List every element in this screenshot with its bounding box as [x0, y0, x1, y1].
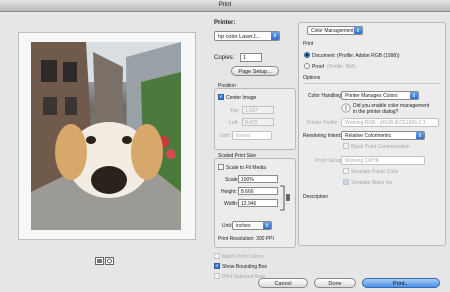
color-handling-select[interactable]: Printer Manages Colors ⇕: [341, 91, 419, 100]
print-button[interactable]: Print...: [362, 278, 440, 288]
center-image-checkbox[interactable]: ✓: [218, 94, 224, 100]
print-dialog: Printer: hp color LaserJ... ⇕ Copies: 1 …: [0, 12, 450, 292]
show-bounding-box-checkbox[interactable]: ✓: [214, 263, 220, 269]
black-point-label: Black Point Compensation: [351, 144, 410, 150]
chevron-updown-icon: ⇕: [416, 132, 424, 139]
color-handling-value: Printer Manages Colors: [345, 93, 398, 99]
top-input[interactable]: 1.167: [242, 106, 274, 114]
scale-label: Scale:: [225, 177, 239, 183]
window-title: Print: [0, 0, 450, 12]
copies-label: Copies:: [214, 55, 235, 61]
show-bounding-box-label: Show Bounding Box: [222, 264, 268, 270]
simulate-paper-checkbox[interactable]: [343, 168, 349, 174]
height-label: Height:: [221, 189, 237, 195]
proof-label: Proof: [312, 64, 324, 70]
printer-select-value: hp color LaserJ...: [218, 34, 261, 40]
height-input[interactable]: 8.666: [238, 187, 278, 195]
scaled-unit-value: inches: [236, 223, 251, 229]
left-label: Left:: [229, 120, 239, 126]
rendering-intent-label: Rendering Intent:: [303, 133, 342, 139]
printer-profile-select[interactable]: Working RGB - sRGB IEC61966-2.1: [341, 118, 439, 127]
rendering-intent-select[interactable]: Relative Colorimetric ⇕: [341, 131, 425, 140]
page-setup-button[interactable]: Page Setup...: [231, 66, 279, 76]
dog-photo-illustration: [31, 42, 181, 230]
proof-setup-label: Proof Setup:: [315, 158, 343, 164]
proof-setup-value: Working CMYK: [345, 158, 380, 164]
printer-label: Printer:: [214, 20, 236, 26]
simulate-black-checkbox[interactable]: [343, 179, 349, 185]
position-unit-label: Unit:: [220, 133, 231, 139]
section-select-value: Color Management: [311, 28, 354, 34]
svg-text:!: !: [345, 106, 347, 113]
chevron-updown-icon: ⇕: [263, 222, 271, 229]
width-label: Width:: [224, 201, 239, 207]
match-print-colors-checkbox[interactable]: [214, 253, 220, 259]
print-preview: [18, 32, 196, 240]
scaled-unit-label: Unit:: [222, 223, 233, 229]
printer-profile-value: Working RGB - sRGB IEC61966-2.1: [345, 120, 426, 126]
printer-profile-label: Printer Profile:: [307, 120, 339, 126]
left-input[interactable]: 0.472: [242, 118, 274, 126]
description-heading: Description: [303, 194, 329, 200]
proof-profile-text: (Profile: N/A): [327, 64, 356, 70]
center-image-label: Center Image: [226, 95, 257, 101]
scale-input[interactable]: 100%: [238, 175, 278, 183]
scale-to-fit-label: Scale to Fit Media: [226, 165, 267, 171]
color-management-panel: Color Management ⇕ Print Document (Profi…: [298, 22, 446, 246]
proof-radio[interactable]: [304, 63, 310, 69]
section-select[interactable]: Color Management ⇕: [307, 26, 363, 35]
document-radio[interactable]: [304, 52, 310, 58]
document-profile-text: (Profile: Adobe RGB (1998)): [337, 53, 400, 59]
black-point-checkbox[interactable]: [343, 143, 349, 149]
simulate-black-label: Simulate Black Ink: [351, 180, 393, 186]
preview-image: [31, 42, 181, 230]
position-unit-select[interactable]: inches: [232, 131, 272, 140]
print-selected-area-checkbox[interactable]: [214, 273, 220, 279]
chevron-updown-icon: ⇕: [354, 27, 362, 34]
position-unit-value: inches: [236, 133, 251, 139]
chevron-updown-icon: ⇕: [410, 92, 418, 99]
color-management-question: Did you enable color management in the p…: [353, 103, 430, 115]
color-handling-label: Color Handling:: [308, 93, 343, 99]
width-input[interactable]: 12.946: [238, 199, 278, 207]
print-resolution-text: Print Resolution: 300 PPI: [218, 236, 274, 242]
printer-select[interactable]: hp color LaserJ... ⇕: [214, 31, 280, 41]
print-heading: Print: [303, 41, 314, 47]
top-label: Top:: [230, 108, 240, 114]
copies-input[interactable]: 1: [240, 53, 262, 62]
document-label: Document: [312, 53, 335, 59]
chevron-updown-icon: ⇕: [271, 32, 279, 40]
constrain-proportions-icon[interactable]: [279, 183, 291, 213]
done-button[interactable]: Done: [314, 278, 356, 288]
scaled-unit-select[interactable]: inches ⇕: [232, 221, 272, 230]
divider: [303, 83, 441, 84]
options-heading: Options: [303, 75, 321, 81]
warning-icon: !: [341, 103, 351, 113]
scale-to-fit-checkbox[interactable]: [218, 164, 224, 170]
rendering-intent-value: Relative Colorimetric: [345, 133, 392, 139]
cancel-button[interactable]: Cancel: [258, 278, 308, 288]
preview-zoom-controls[interactable]: [95, 257, 115, 265]
simulate-paper-label: Simulate Paper Color: [351, 169, 399, 175]
proof-setup-select[interactable]: Working CMYK: [341, 156, 425, 165]
match-print-colors-label: Match Print Colors: [222, 254, 264, 260]
